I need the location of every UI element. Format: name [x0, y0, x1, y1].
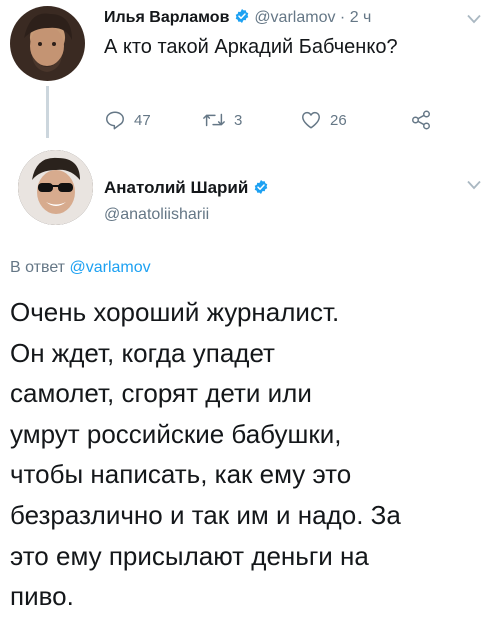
tweet1-header: Илья Варламов @varlamov · 2 ч: [104, 8, 371, 27]
tweet-text-line: это ему присылают деньги на: [10, 540, 369, 571]
verified-icon: [254, 180, 268, 194]
reply-count: 47: [134, 111, 151, 129]
reply-button[interactable]: 47: [104, 108, 151, 132]
tweet-text-line: самолет, сгорят дети или: [10, 378, 312, 409]
avatar[interactable]: [18, 150, 93, 225]
reply-icon: [106, 111, 124, 130]
chevron-down-icon[interactable]: [467, 14, 481, 24]
author-handle[interactable]: @varlamov: [254, 9, 335, 26]
reply-context: В ответ @varlamov: [10, 259, 151, 277]
avatar[interactable]: [10, 6, 85, 81]
retweet-icon: [203, 113, 225, 127]
tweet-text-line: чтобы написать, как ему это: [10, 459, 352, 490]
tweet-text-line: безразлично и так им и надо. За: [10, 499, 401, 530]
tweet2-header: Анатолий Шарий: [104, 178, 269, 198]
tweet-text-line: умрут российские бабушки,: [10, 418, 342, 449]
heart-icon: [302, 111, 320, 129]
tweet-text: Очень хороший журналист. Он ждет, когда …: [10, 292, 480, 617]
separator: ·: [339, 9, 346, 26]
timestamp[interactable]: 2 ч: [350, 9, 372, 26]
reply-prefix: В ответ: [10, 259, 66, 276]
like-count: 26: [330, 111, 347, 129]
tweet-text: А кто такой Аркадий Бабченко?: [104, 36, 398, 58]
tweet-actions: 47 3 26: [104, 108, 444, 132]
retweet-count: 3: [234, 111, 243, 129]
author-name[interactable]: Анатолий Шарий: [104, 178, 248, 197]
tweet-text-line: пиво.: [10, 581, 74, 612]
share-button[interactable]: [410, 108, 432, 132]
retweet-button[interactable]: 3: [202, 108, 242, 132]
tweet-text-line: Очень хороший журналист.: [10, 297, 340, 327]
author-handle[interactable]: @anatoliisharii: [104, 206, 209, 224]
verified-icon: [235, 9, 249, 23]
thread-line: [46, 86, 49, 138]
tweet-text-line: Он ждет, когда упадет: [10, 337, 275, 368]
author-name[interactable]: Илья Варламов: [104, 9, 229, 26]
reply-to-link[interactable]: @varlamov: [69, 259, 150, 276]
like-button[interactable]: 26: [300, 108, 347, 132]
share-icon: [412, 110, 430, 130]
chevron-down-icon[interactable]: [467, 180, 481, 190]
